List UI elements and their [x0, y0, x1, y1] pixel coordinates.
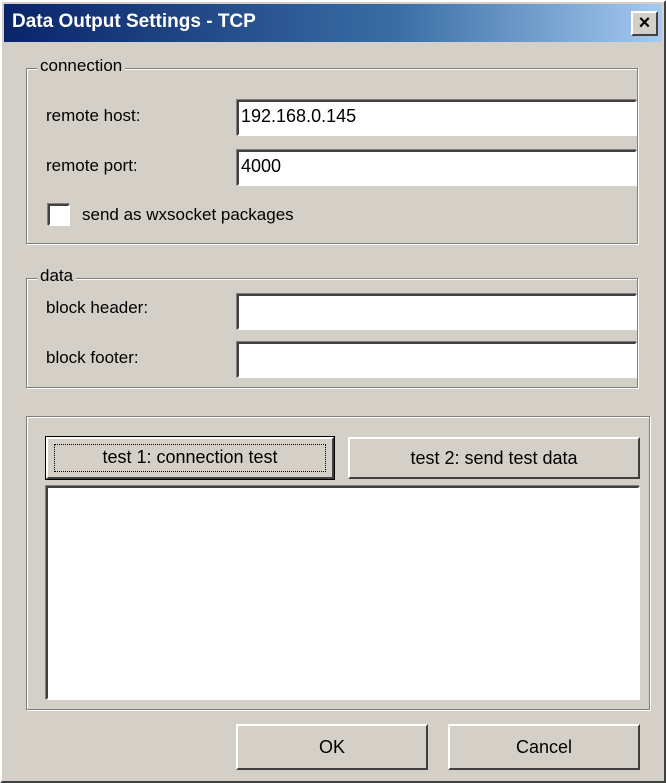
remote-host-input[interactable]: 192.168.0.145 [237, 100, 637, 136]
block-header-input[interactable] [237, 294, 637, 330]
send-test-data-label: test 2: send test data [410, 448, 578, 468]
connection-legend: connection [37, 56, 126, 76]
remote-host-label: remote host: [46, 106, 141, 125]
close-icon: × [638, 12, 651, 34]
block-footer-input[interactable] [237, 342, 637, 378]
connection-test-button[interactable]: test 1: connection test [45, 436, 335, 480]
wxsocket-checkbox[interactable] [48, 204, 70, 226]
send-test-data-button[interactable]: test 2: send test data [348, 437, 640, 479]
wxsocket-label[interactable]: send as wxsocket packages [82, 205, 294, 225]
block-header-label: block header: [46, 298, 149, 317]
remote-port-input[interactable]: 4000 [237, 150, 637, 186]
ok-label: OK [318, 737, 345, 757]
block-footer-label: block footer: [46, 348, 139, 367]
focus-rectangle [54, 444, 326, 472]
test-output-area[interactable] [46, 486, 640, 700]
window-title: Data Output Settings - TCP [12, 11, 256, 32]
title-bar[interactable]: Data Output Settings - TCP × [4, 4, 662, 42]
cancel-label: Cancel [515, 737, 573, 757]
data-legend: data [37, 266, 77, 286]
ok-button[interactable]: OK [236, 724, 428, 770]
cancel-button[interactable]: Cancel [448, 724, 640, 770]
dialog-window: Data Output Settings - TCP × connection … [0, 0, 666, 783]
close-button[interactable]: × [631, 11, 658, 36]
remote-port-label: remote port: [46, 156, 138, 175]
